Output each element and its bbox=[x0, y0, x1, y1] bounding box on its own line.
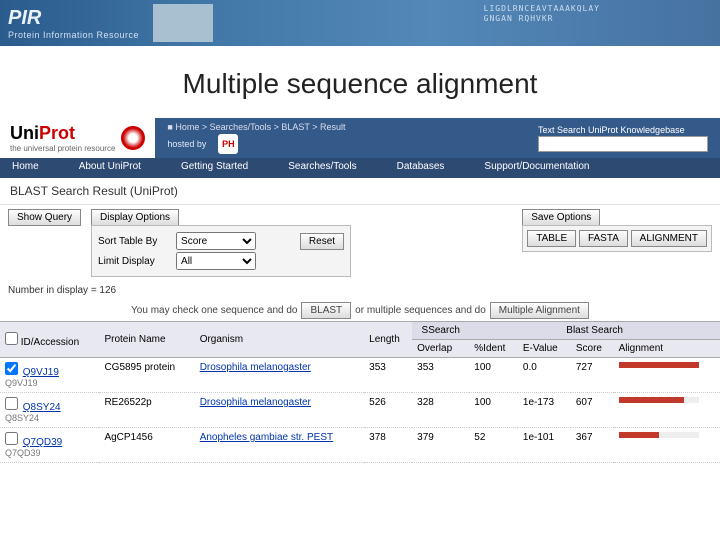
th-overlap[interactable]: Overlap bbox=[412, 340, 469, 358]
uniprot-logo-prot: Prot bbox=[39, 123, 75, 143]
search-label: Text Search UniProt Knowledgebase bbox=[538, 125, 685, 135]
th-evalue[interactable]: E-Value bbox=[518, 340, 571, 358]
uniprot-tagline: the universal protein resource bbox=[10, 144, 115, 153]
sort-select[interactable]: Score bbox=[176, 232, 256, 250]
organism-link[interactable]: Anopheles gambiae str. PEST bbox=[200, 432, 333, 443]
th-alignment[interactable]: Alignment bbox=[614, 340, 720, 358]
cell-alignment bbox=[614, 358, 720, 393]
accession-sub: Q7QD39 bbox=[5, 448, 94, 458]
hint-mid: or multiple sequences and do bbox=[355, 305, 486, 316]
th-ident[interactable]: %Ident bbox=[469, 340, 518, 358]
search-block: Text Search UniProt Knowledgebase bbox=[538, 125, 708, 152]
nav-about[interactable]: About UniProt bbox=[67, 158, 169, 178]
row-checkbox[interactable] bbox=[5, 397, 18, 410]
results-table: ID/Accession Protein Name Organism Lengt… bbox=[0, 321, 720, 463]
select-all-checkbox[interactable] bbox=[5, 332, 18, 345]
row-checkbox[interactable] bbox=[5, 432, 18, 445]
organism-link[interactable]: Drosophila melanogaster bbox=[200, 397, 311, 408]
cell-evalue: 1e-101 bbox=[518, 428, 571, 463]
nav-databases[interactable]: Databases bbox=[385, 158, 473, 178]
cell-ident: 100 bbox=[469, 358, 518, 393]
slide-title: Multiple sequence alignment bbox=[0, 68, 720, 100]
cell-overlap: 379 bbox=[412, 428, 469, 463]
th-length[interactable]: Length bbox=[364, 322, 412, 358]
toolbar: Show Query Display Options Sort Table By… bbox=[0, 205, 720, 281]
cell-alignment bbox=[614, 428, 720, 463]
pir-sequence-decor: LIGDLRNCEAVTAAAKQLAY GNGAN RQHVKR bbox=[484, 4, 600, 23]
save-options-tab[interactable]: Save Options bbox=[522, 209, 600, 225]
cell-overlap: 353 bbox=[412, 358, 469, 393]
nav-home[interactable]: Home bbox=[0, 158, 67, 178]
cell-overlap: 328 bbox=[412, 393, 469, 428]
th-id[interactable]: ID/Accession bbox=[0, 322, 99, 358]
accession-link[interactable]: Q8SY24 bbox=[23, 402, 61, 413]
cell-protein: CG5895 protein bbox=[99, 358, 194, 393]
accession-sub: Q9VJ19 bbox=[5, 378, 94, 388]
limit-label: Limit Display bbox=[98, 256, 170, 267]
cell-protein: RE26522p bbox=[99, 393, 194, 428]
display-options-tab[interactable]: Display Options bbox=[91, 209, 179, 225]
pir-logo: PIR bbox=[8, 7, 139, 30]
result-count: Number in display = 126 bbox=[0, 281, 720, 300]
nav-support[interactable]: Support/Documentation bbox=[472, 158, 617, 178]
pir-header-image bbox=[153, 4, 213, 42]
nav-getting-started[interactable]: Getting Started bbox=[169, 158, 276, 178]
pir-banner: PIR Protein Information Resource LIGDLRN… bbox=[0, 0, 720, 46]
reset-button[interactable]: Reset bbox=[300, 233, 344, 250]
nav-searches-tools[interactable]: Searches/Tools bbox=[276, 158, 384, 178]
th-protein[interactable]: Protein Name bbox=[99, 322, 194, 358]
cell-ident: 100 bbox=[469, 393, 518, 428]
main-nav: Home About UniProt Getting Started Searc… bbox=[0, 158, 720, 178]
table-row: Q9VJ19Q9VJ19 CG5895 protein Drosophila mel… bbox=[0, 358, 720, 393]
th-organism[interactable]: Organism bbox=[195, 322, 364, 358]
cell-length: 378 bbox=[364, 428, 412, 463]
slide-title-area: Multiple sequence alignment bbox=[0, 46, 720, 118]
cell-ident: 52 bbox=[469, 428, 518, 463]
row-checkbox[interactable] bbox=[5, 362, 18, 375]
accession-link[interactable]: Q7QD39 bbox=[23, 437, 62, 448]
search-input[interactable] bbox=[538, 136, 708, 152]
sort-label: Sort Table By bbox=[98, 236, 170, 247]
cell-evalue: 0.0 bbox=[518, 358, 571, 393]
cell-length: 526 bbox=[364, 393, 412, 428]
th-score[interactable]: Score bbox=[571, 340, 614, 358]
multiple-alignment-button[interactable]: Multiple Alignment bbox=[490, 302, 589, 319]
cell-score: 367 bbox=[571, 428, 614, 463]
hosted-by-label: hosted by bbox=[167, 139, 206, 149]
uniprot-globe-icon bbox=[121, 126, 145, 150]
cell-evalue: 1e-173 bbox=[518, 393, 571, 428]
breadcrumb[interactable]: ■ Home > Searches/Tools > BLAST > Result bbox=[167, 122, 526, 132]
cell-protein: AgCP1456 bbox=[99, 428, 194, 463]
page-subhead: BLAST Search Result (UniProt) bbox=[0, 178, 720, 205]
table-row: Q8SY24Q8SY24 RE26522p Drosophila melanogas… bbox=[0, 393, 720, 428]
action-hint-row: You may check one sequence and do BLAST … bbox=[0, 300, 720, 321]
uniprot-banner: UniProt the universal protein resource ■… bbox=[0, 118, 720, 158]
alignment-tab[interactable]: ALIGNMENT bbox=[631, 230, 707, 247]
cell-alignment bbox=[614, 393, 720, 428]
th-ssearch-group: SSearch bbox=[412, 322, 469, 340]
accession-link[interactable]: Q9VJ19 bbox=[23, 367, 59, 378]
table-row: Q7QD39Q7QD39 AgCP1456 Anopheles gambiae st… bbox=[0, 428, 720, 463]
blast-button[interactable]: BLAST bbox=[301, 302, 351, 319]
hint-pre: You may check one sequence and do bbox=[131, 305, 297, 316]
uniprot-logo-block: UniProt the universal protein resource bbox=[0, 118, 155, 158]
cell-score: 607 bbox=[571, 393, 614, 428]
organism-link[interactable]: Drosophila melanogaster bbox=[200, 362, 311, 373]
cell-length: 353 bbox=[364, 358, 412, 393]
th-blast-group: Blast Search bbox=[469, 322, 720, 340]
host-logo-icon: PH bbox=[218, 134, 238, 154]
show-query-button[interactable]: Show Query bbox=[8, 209, 81, 226]
fasta-tab[interactable]: FASTA bbox=[579, 230, 628, 247]
limit-select[interactable]: All bbox=[176, 252, 256, 270]
accession-sub: Q8SY24 bbox=[5, 413, 94, 423]
cell-score: 727 bbox=[571, 358, 614, 393]
pir-full-name: Protein Information Resource bbox=[8, 30, 139, 40]
uniprot-logo-uni: Uni bbox=[10, 123, 39, 143]
table-tab[interactable]: TABLE bbox=[527, 230, 576, 247]
